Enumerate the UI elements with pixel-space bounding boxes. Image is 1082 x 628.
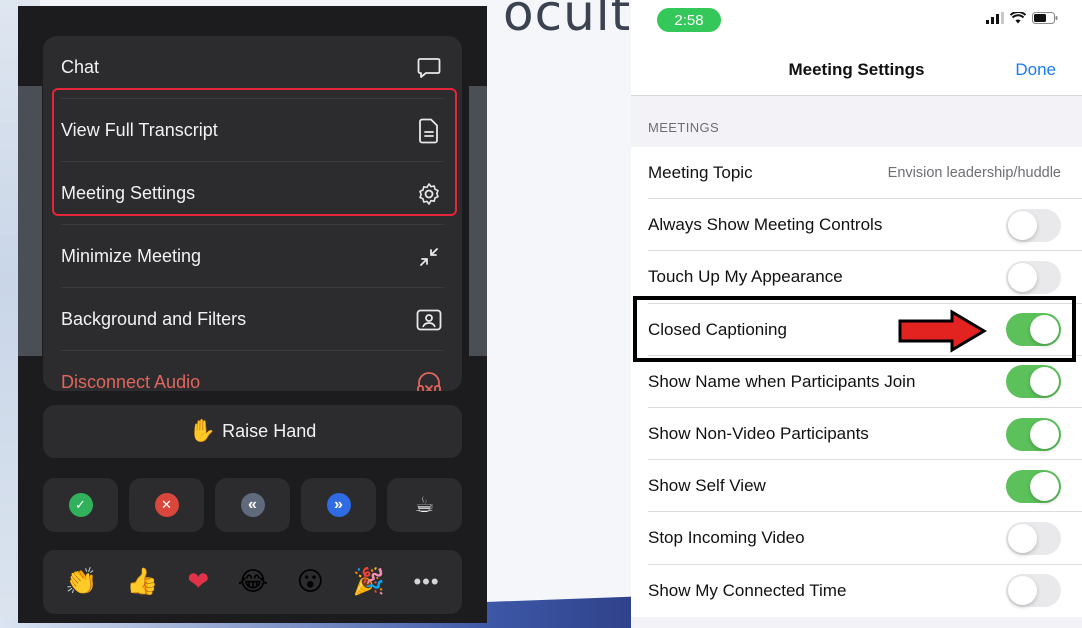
battery-icon <box>1032 12 1058 24</box>
feedback-slower-button[interactable]: « <box>215 478 290 532</box>
surprised-reaction[interactable]: 😮 <box>297 567 324 597</box>
fast-forward-icon: » <box>326 493 351 517</box>
menu-item-label: Disconnect Audio <box>61 372 201 391</box>
row-label: Show Name when Participants Join <box>648 371 916 391</box>
feedback-coffee-button[interactable]: ☕ <box>387 478 462 532</box>
row-label: Meeting Topic <box>648 163 753 183</box>
raise-hand-label: Raise Hand <box>222 421 317 441</box>
feedback-no-button[interactable]: ✕ <box>129 478 204 532</box>
row-stop-incoming-video: Stop Incoming Video <box>631 512 1082 565</box>
show-name-join-toggle[interactable] <box>1006 365 1061 399</box>
raised-hand-icon: ✋ <box>188 419 217 444</box>
nav-bar: Meeting Settings Done <box>631 44 1082 96</box>
show-connected-time-toggle[interactable] <box>1006 574 1061 608</box>
show-self-view-toggle[interactable] <box>1006 469 1061 503</box>
menu-item-disconnect-audio[interactable]: Disconnect Audio <box>43 351 462 391</box>
x-icon: ✕ <box>154 493 179 517</box>
annotation-box <box>633 296 1076 362</box>
check-icon: ✓ <box>68 493 93 517</box>
menu-item-minimize-meeting[interactable]: Minimize Meeting <box>43 225 462 288</box>
row-meeting-topic[interactable]: Meeting Topic Envision leadership/huddle <box>631 147 1082 200</box>
heart-reaction[interactable]: ❤ <box>187 567 209 597</box>
show-non-video-toggle[interactable] <box>1006 417 1061 451</box>
raise-hand-button[interactable]: ✋ Raise Hand <box>43 405 462 458</box>
video-strip-right <box>469 86 487 356</box>
menu-item-label: Chat <box>61 57 100 77</box>
reaction-row: 👏 👍 ❤ 😂 😮 🎉 ••• <box>43 550 462 614</box>
stop-incoming-video-toggle[interactable] <box>1006 521 1061 555</box>
thumbs-up-reaction[interactable]: 👍 <box>126 567 158 597</box>
row-show-connected-time: Show My Connected Time <box>631 565 1082 617</box>
portrait-frame-icon <box>414 305 444 335</box>
clap-reaction[interactable]: 👏 <box>65 567 97 597</box>
menu-item-label: Minimize Meeting <box>61 246 202 266</box>
cellular-signal-icon <box>986 12 1004 24</box>
annotation-arrow-icon <box>898 309 987 353</box>
status-time: 2:58 <box>657 8 721 32</box>
status-bar: 2:58 <box>631 0 1082 44</box>
done-button[interactable]: Done <box>1015 60 1056 80</box>
row-label: Stop Incoming Video <box>648 528 805 548</box>
annotation-highlight <box>52 88 457 216</box>
headphones-x-icon <box>414 368 444 391</box>
feedback-yes-button[interactable]: ✓ <box>43 478 118 532</box>
menu-item-background-filters[interactable]: Background and Filters <box>43 288 462 351</box>
feedback-row: ✓ ✕ « » ☕ <box>43 478 462 532</box>
rewind-icon: « <box>240 493 265 517</box>
row-show-name-join: Show Name when Participants Join <box>631 356 1082 408</box>
always-show-controls-toggle[interactable] <box>1006 208 1061 242</box>
status-icons <box>986 12 1058 24</box>
row-label: Always Show Meeting Controls <box>648 215 883 235</box>
feedback-faster-button[interactable]: » <box>301 478 376 532</box>
chat-bubble-icon <box>414 53 444 83</box>
row-label: Show My Connected Time <box>648 580 847 600</box>
row-label: Show Self View <box>648 476 766 496</box>
row-always-show-controls: Always Show Meeting Controls <box>631 199 1082 252</box>
menu-item-label: Background and Filters <box>61 309 247 329</box>
touch-up-appearance-toggle[interactable] <box>1006 260 1061 294</box>
meeting-topic-value: Envision leadership/huddle <box>887 165 1061 182</box>
video-strip-left <box>18 86 42 356</box>
row-show-self-view: Show Self View <box>631 460 1082 513</box>
section-header: MEETINGS <box>648 120 720 135</box>
row-label: Touch Up My Appearance <box>648 267 843 287</box>
row-show-non-video: Show Non-Video Participants <box>631 408 1082 461</box>
coffee-icon: ☕ <box>414 492 435 518</box>
more-reactions-button[interactable]: ••• <box>413 569 439 595</box>
settings-list: Meeting Topic Envision leadership/huddle… <box>631 147 1082 617</box>
row-label: Show Non-Video Participants <box>648 424 869 444</box>
wifi-icon <box>1010 12 1026 24</box>
joy-reaction[interactable]: 😂 <box>238 567 268 597</box>
minimize-icon <box>414 242 444 272</box>
page-title: Meeting Settings <box>788 60 925 79</box>
party-reaction[interactable]: 🎉 <box>352 567 384 597</box>
